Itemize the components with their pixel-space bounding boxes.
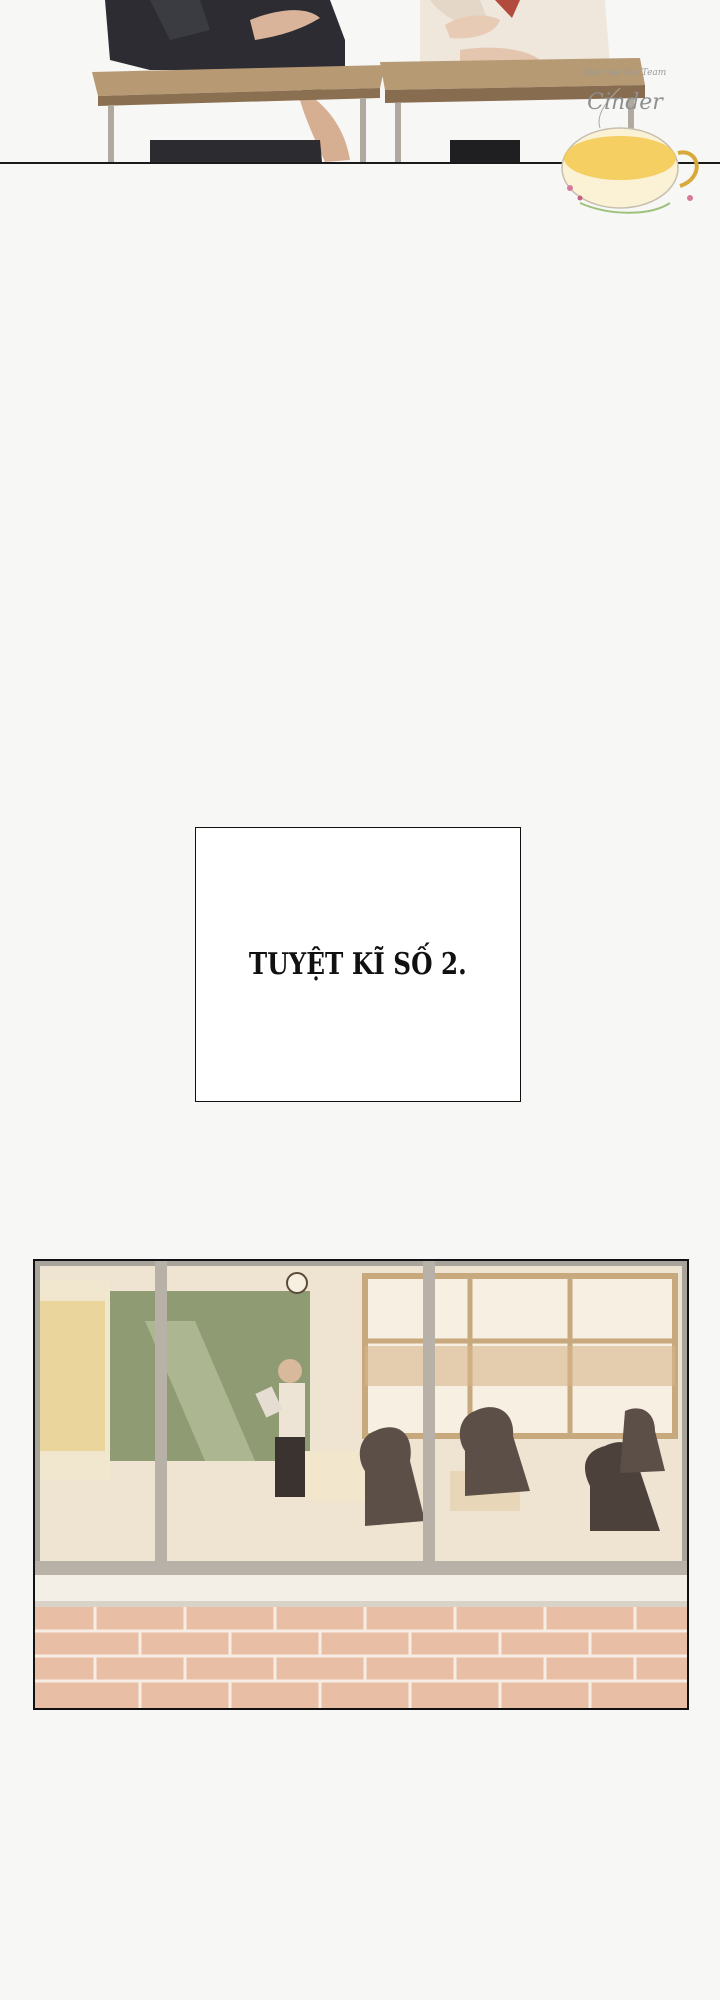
watermark-tagline: Beat me the Team <box>583 68 667 78</box>
classroom-panel <box>33 1259 689 1710</box>
watermark-title: Cinder <box>587 90 663 115</box>
classroom-window-illustration <box>35 1261 687 1708</box>
caption-text: TUYỆT KĨ SỐ 2. <box>249 947 467 982</box>
caption-box: TUYỆT KĨ SỐ 2. <box>195 827 521 1102</box>
watermark: Beat me the Team Cinder <box>540 58 710 233</box>
tea-cup-icon <box>561 87 699 214</box>
